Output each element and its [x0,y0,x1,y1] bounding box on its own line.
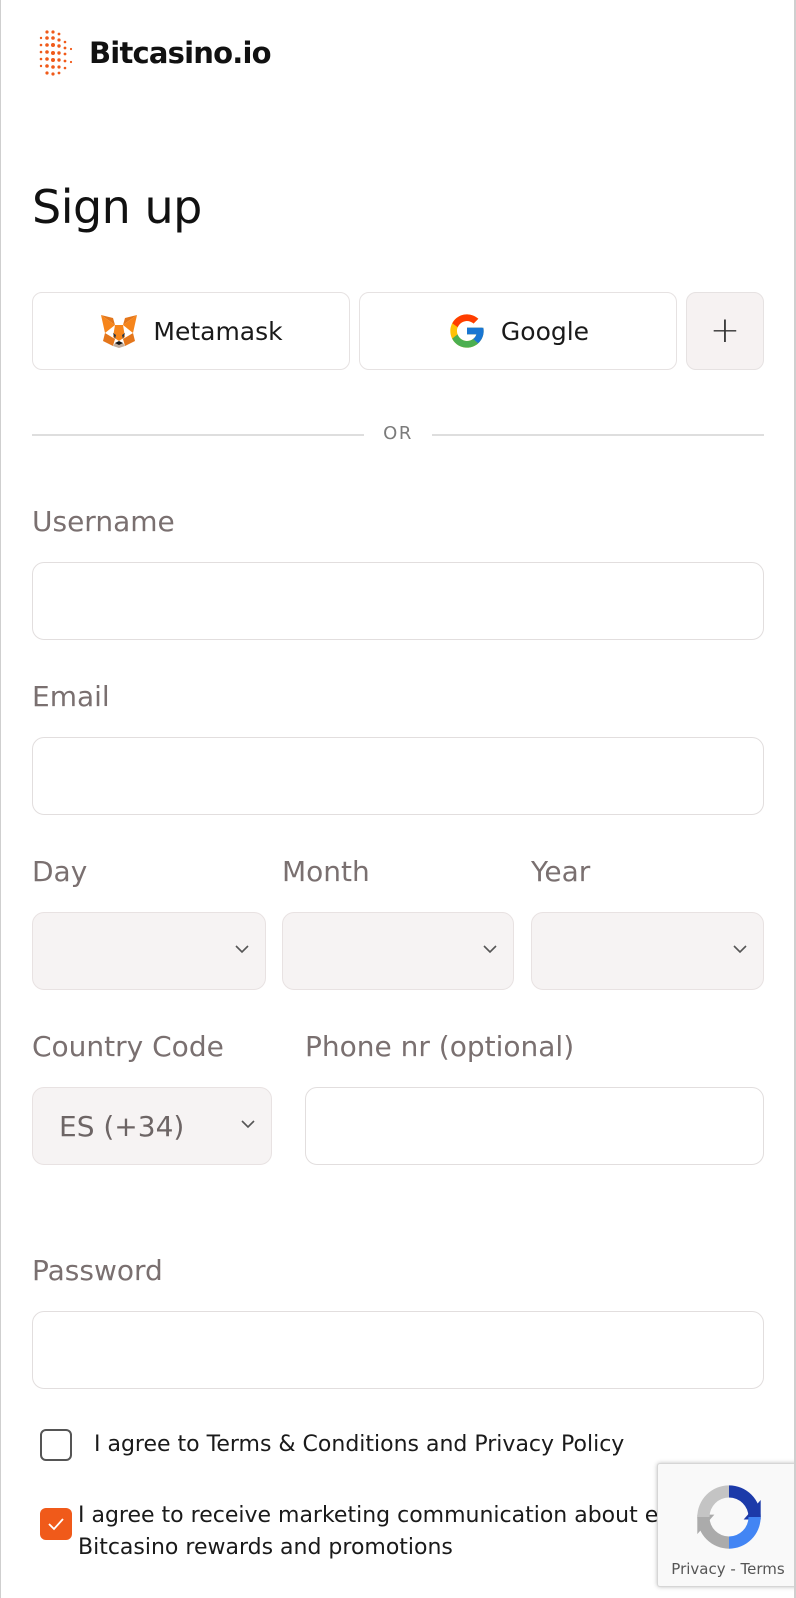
marketing-checkbox[interactable] [40,1508,72,1540]
chevron-down-icon [235,945,249,954]
day-label: Day [32,855,88,888]
checkmark-icon [48,1518,64,1531]
chevron-down-icon [483,945,497,954]
phone-label: Phone nr (optional) [305,1030,575,1063]
year-select[interactable] [531,912,764,990]
google-g-icon [450,314,484,348]
marketing-text-line1: I agree to receive marketing communicati… [78,1503,659,1528]
brand-logo[interactable]: Bitcasino.io [35,26,272,80]
page-title: Sign up [32,180,202,234]
terms-checkbox[interactable] [40,1429,72,1461]
country-code-label: Country Code [32,1030,224,1063]
password-input[interactable] [32,1311,764,1389]
country-code-select[interactable]: ES (+34) [32,1087,272,1165]
year-label: Year [531,855,591,888]
terms-agreement: I agree to Terms & Conditions and Privac… [40,1429,624,1461]
recaptcha-icon [697,1485,761,1549]
phone-input[interactable] [305,1087,764,1165]
plus-icon: + [709,310,741,351]
google-button[interactable]: Google [359,292,677,370]
divider-line-right [432,434,764,436]
marketing-text: I agree to receive marketing communicati… [78,1500,658,1564]
metamask-button[interactable]: Metamask [32,292,350,370]
recaptcha-badge[interactable]: Privacy - Terms [657,1463,794,1587]
marketing-text-line2: Bitcasino rewards and promotions [78,1535,453,1560]
email-label: Email [32,680,110,713]
terms-text: I agree to Terms & Conditions and Privac… [94,1432,625,1457]
chevron-down-icon [241,1120,255,1129]
more-login-options-button[interactable]: + [686,292,764,370]
google-label: Google [500,316,590,346]
username-label: Username [32,505,175,538]
country-code-value: ES (+34) [59,1109,185,1143]
day-select[interactable] [32,912,266,990]
brand-name: Bitcasino.io [89,36,272,70]
recaptcha-links[interactable]: Privacy - Terms [658,1560,794,1578]
password-label: Password [32,1254,163,1287]
metamask-fox-icon [101,315,138,348]
email-input[interactable] [32,737,764,815]
signup-page: Bitcasino.io Sign up Metamask Google + O… [0,0,796,1598]
month-label: Month [282,855,370,888]
bitcasino-logo-icon [39,30,73,76]
month-select[interactable] [282,912,514,990]
username-input[interactable] [32,562,764,640]
or-divider: OR [32,421,764,447]
marketing-agreement: I agree to receive marketing communicati… [40,1500,658,1564]
metamask-label: Metamask [153,316,283,346]
chevron-down-icon [733,945,747,954]
